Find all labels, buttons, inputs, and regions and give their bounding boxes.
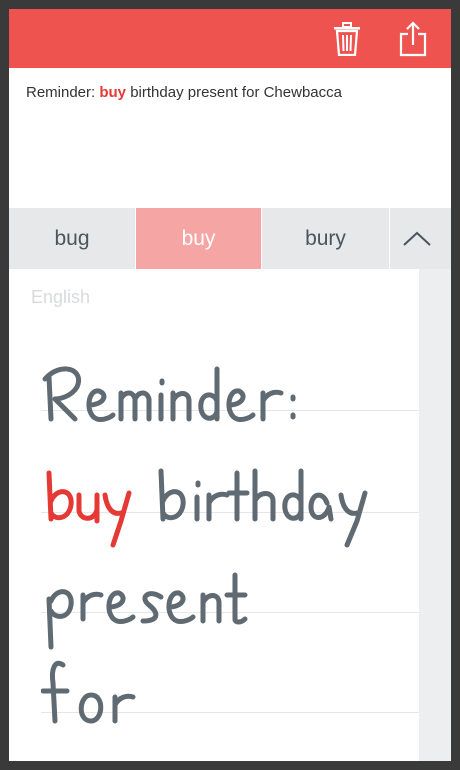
recognized-text-before: Reminder: bbox=[26, 84, 100, 101]
handwriting-line-3 bbox=[46, 572, 248, 650]
trash-icon bbox=[334, 22, 360, 56]
suggestion-buy[interactable]: buy bbox=[136, 208, 262, 269]
collapse-button[interactable] bbox=[390, 208, 443, 269]
share-icon bbox=[399, 21, 427, 57]
handwriting-canvas[interactable] bbox=[41, 349, 421, 761]
suggestion-bar: bug buy bury bbox=[9, 208, 451, 269]
recognized-highlight-word: buy bbox=[99, 84, 127, 101]
recognized-text[interactable]: Reminder: buy birthday present for Chewb… bbox=[26, 84, 342, 101]
suggestion-label: bury bbox=[305, 226, 346, 250]
suggestion-label: bug bbox=[54, 226, 90, 250]
share-button[interactable] bbox=[393, 19, 433, 59]
handwriting-line-1 bbox=[42, 366, 296, 422]
suggestion-bug[interactable]: bug bbox=[9, 208, 136, 269]
trash-button[interactable] bbox=[327, 19, 367, 59]
app-window: Reminder: buy birthday present for Chewb… bbox=[9, 9, 451, 761]
suggestion-bury[interactable]: bury bbox=[262, 208, 390, 269]
handwriting-highlight-buy bbox=[46, 470, 132, 548]
language-label[interactable]: English bbox=[31, 287, 90, 308]
writing-scrollbar[interactable] bbox=[419, 269, 451, 761]
top-toolbar bbox=[9, 9, 451, 68]
chevron-up-icon bbox=[402, 231, 431, 246]
suggestion-label: buy bbox=[181, 226, 216, 250]
recognized-text-after: birthday present for Chewbacca bbox=[126, 84, 342, 101]
handwriting-line-4 bbox=[41, 660, 136, 724]
handwriting-line-2 bbox=[46, 468, 368, 548]
